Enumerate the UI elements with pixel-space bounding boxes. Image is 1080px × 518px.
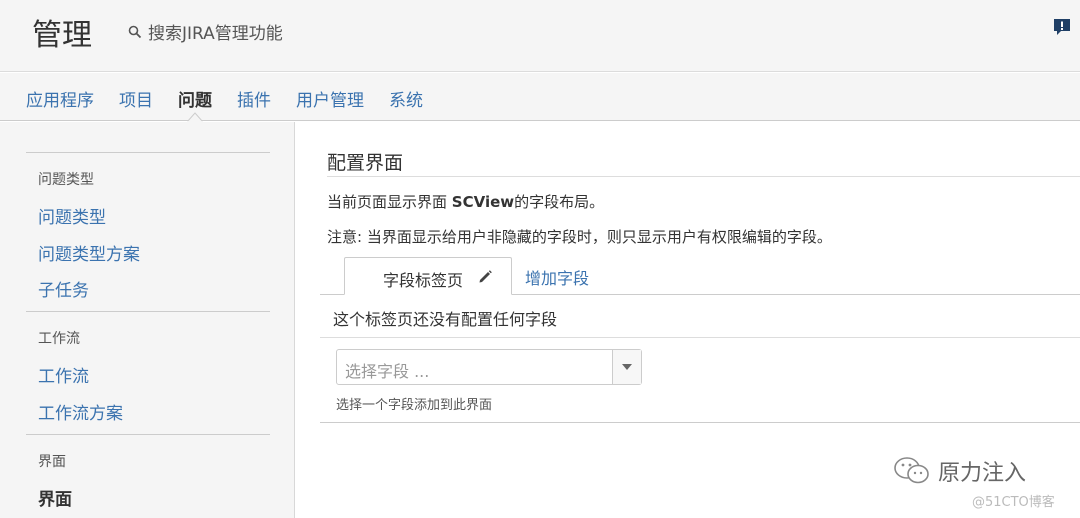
sidebar-link-screens[interactable]: 界面: [38, 485, 72, 510]
nav-issues[interactable]: 问题: [178, 86, 212, 111]
admin-nav: 应用程序 项目 问题 插件 用户管理 系统: [0, 73, 1080, 121]
sidebar-link-workflows[interactable]: 工作流: [38, 362, 89, 387]
permission-note: 注意: 当界面显示给用户非隐藏的字段时，则只显示用户有权限编辑的字段。: [327, 228, 832, 246]
header: 管理 搜索JIRA管理功能: [0, 0, 1080, 72]
empty-tab-message: 这个标签页还没有配置任何字段: [333, 310, 558, 329]
nav-projects[interactable]: 项目: [119, 86, 153, 111]
watermark-subtext: @51CTO博客: [972, 495, 1055, 510]
sidebar: 问题类型 问题类型 问题类型方案 子任务 工作流 工作流 工作流方案 界面 界面: [0, 122, 295, 518]
search-placeholder: 搜索JIRA管理功能: [148, 24, 283, 44]
watermark-text: 原力注入: [938, 461, 1027, 486]
wechat-logo-icon: [894, 457, 929, 484]
sidebar-link-workflow-schemes[interactable]: 工作流方案: [38, 399, 123, 424]
nav-addons[interactable]: 插件: [237, 86, 271, 111]
field-select-placeholder: 选择字段 ...: [345, 362, 430, 381]
desc-suffix: 的字段布局。: [514, 193, 605, 211]
active-nav-caret-icon: [187, 112, 203, 122]
sidebar-heading-issue-types: 问题类型: [38, 172, 94, 188]
nav-applications[interactable]: 应用程序: [26, 86, 94, 111]
screen-name: SCView: [451, 193, 515, 211]
title-divider: [327, 176, 1080, 177]
pencil-icon[interactable]: [477, 268, 493, 284]
sidebar-divider: [26, 152, 270, 153]
feedback-icon[interactable]: [1052, 17, 1072, 37]
sidebar-link-subtasks[interactable]: 子任务: [38, 276, 89, 301]
add-field-link[interactable]: 增加字段: [525, 265, 589, 289]
sidebar-link-issue-types[interactable]: 问题类型: [38, 203, 106, 228]
sidebar-link-issue-type-schemes[interactable]: 问题类型方案: [38, 240, 140, 265]
field-select-dropdown-button[interactable]: [612, 350, 641, 384]
page-title: 管理: [32, 18, 92, 53]
sidebar-divider: [26, 311, 270, 312]
field-select-help: 选择一个字段添加到此界面: [336, 398, 493, 413]
field-select[interactable]: 选择字段 ...: [336, 349, 642, 385]
desc-prefix: 当前页面显示界面: [327, 193, 452, 211]
screen-description: 当前页面显示界面 SCView的字段布局。: [327, 191, 604, 212]
section-title: 配置界面: [327, 152, 404, 174]
nav-system[interactable]: 系统: [389, 86, 423, 111]
nav-user-management[interactable]: 用户管理: [296, 86, 364, 111]
admin-search[interactable]: 搜索JIRA管理功能: [128, 19, 283, 44]
empty-divider: [320, 337, 1080, 338]
sidebar-divider: [26, 434, 270, 435]
tab-label: 字段标签页: [383, 271, 464, 290]
search-icon: [128, 25, 142, 38]
tab-field-tab[interactable]: 字段标签页: [344, 257, 512, 295]
sidebar-heading-screens: 界面: [38, 454, 66, 470]
caret-down-icon: [622, 364, 632, 370]
sidebar-heading-workflows: 工作流: [38, 331, 80, 347]
form-divider: [320, 422, 1080, 423]
